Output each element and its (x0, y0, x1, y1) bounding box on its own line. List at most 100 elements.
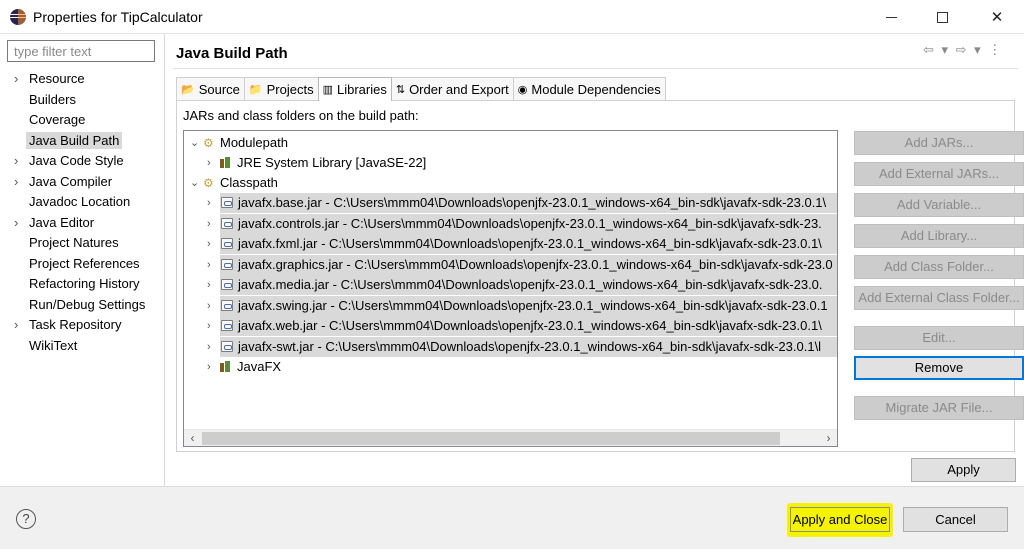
tree-node-jar[interactable]: › javafx.web.jar - C:\Users\mmm04\Downloa… (207, 316, 837, 336)
sidebar-item-label: Project Natures (29, 235, 119, 250)
main-panel: Java Build Path ⇦ ▾ ⇨ ▾ ⋮ 📂 Source 📁 Projec… (165, 34, 1024, 486)
sidebar-item-project-references[interactable]: Project References (0, 254, 165, 275)
apply-and-close-button[interactable]: Apply and Close (790, 507, 890, 532)
add-jars-button[interactable]: Add JARs... (854, 131, 1024, 155)
order-export-icon: ⇅ (395, 83, 406, 96)
sidebar-item-project-natures[interactable]: Project Natures (0, 233, 165, 254)
sidebar-item-label: Javadoc Location (29, 194, 131, 209)
libraries-tab-panel: JARs and class folders on the build path… (176, 100, 1024, 452)
tree-label: JavaFX (237, 359, 282, 374)
expand-chevron-icon[interactable]: › (14, 69, 24, 89)
sidebar-item-java-compiler[interactable]: › Java Compiler (0, 172, 165, 193)
tab-label: Projects (266, 81, 314, 97)
remove-button[interactable]: Remove (854, 356, 1024, 380)
tree-label: JRE System Library [JavaSE-22] (237, 155, 427, 170)
collapse-toggle[interactable]: › (207, 296, 211, 316)
library-icon (220, 157, 232, 168)
collapse-toggle[interactable]: › (207, 214, 211, 234)
classpath-icon: ⚙ (203, 176, 214, 190)
tree-label: javafx.media.jar - C:\Users\mmm04\Downlo… (238, 277, 823, 292)
minimize-button[interactable] (868, 0, 914, 34)
sidebar-item-java-editor[interactable]: › Java Editor (0, 213, 165, 234)
help-icon[interactable]: ? (16, 509, 36, 529)
expand-toggle[interactable]: ⌄ (190, 173, 199, 193)
sidebar-item-label: Project References (29, 255, 140, 271)
sidebar-item-resource[interactable]: › Resource (0, 69, 165, 90)
tree-node-jar[interactable]: › javafx.controls.jar - C:\Users\mmm04\Do… (207, 213, 837, 234)
tree-node-jar[interactable]: › javafx.fxml.jar - C:\Users\mmm04\Downlo… (207, 234, 837, 254)
add-class-folder-button[interactable]: Add Class Folder... (854, 255, 1024, 279)
collapse-toggle[interactable]: › (207, 153, 211, 173)
sidebar-item-label: Java Build Path (26, 131, 123, 149)
tab-label: Order and Export (409, 81, 509, 97)
tree-node-modulepath[interactable]: ⌄ ⚙ Modulepath (184, 133, 837, 153)
migrate-jar-button[interactable]: Migrate JAR File... (854, 396, 1024, 420)
add-variable-button[interactable]: Add Variable... (854, 193, 1024, 217)
build-path-tree[interactable]: ⌄ ⚙ Modulepath › JRE System Library [Jav… (183, 130, 838, 447)
close-button[interactable]: ✕ (974, 0, 1020, 34)
jar-icon (221, 197, 233, 208)
horizontal-scrollbar[interactable]: ‹ › (184, 429, 837, 446)
tree-node-jar[interactable]: › javafx.base.jar - C:\Users\mmm04\Downlo… (207, 193, 837, 213)
eclipse-icon (10, 9, 26, 25)
add-external-class-folder-button[interactable]: Add External Class Folder... (854, 286, 1024, 310)
sidebar-item-builders[interactable]: Builders (0, 90, 165, 111)
maximize-button[interactable] (919, 0, 965, 34)
sidebar-item-run-debug-settings[interactable]: Run/Debug Settings (0, 295, 165, 316)
tab-libraries[interactable]: ▥ Libraries (317, 77, 392, 101)
tab-source[interactable]: 📂 Source (176, 77, 245, 100)
sidebar-item-javadoc-location[interactable]: Javadoc Location (0, 192, 165, 213)
collapse-toggle[interactable]: › (207, 316, 211, 336)
preferences-sidebar: › Resource Builders Coverage Java Build Path… (0, 34, 165, 486)
jar-icon (221, 238, 233, 249)
tree-label: Classpath (220, 175, 278, 190)
sidebar-item-label: Java Compiler (29, 173, 113, 189)
add-library-button[interactable]: Add Library... (854, 224, 1024, 248)
tree-node-jre[interactable]: › JRE System Library [JavaSE-22] (184, 153, 837, 173)
sidebar-item-task-repository[interactable]: › Task Repository (0, 315, 165, 336)
scroll-right-icon[interactable]: › (820, 430, 837, 446)
collapse-toggle[interactable]: › (207, 193, 211, 213)
collapse-toggle[interactable]: › (207, 234, 211, 254)
sidebar-item-wikitext[interactable]: WikiText (0, 336, 165, 357)
expand-toggle[interactable]: ⌄ (190, 133, 199, 153)
tree-node-jar[interactable]: › javafx.swing.jar - C:\Users\mmm04\Downl… (207, 295, 837, 316)
sidebar-item-label: Java Code Style (29, 153, 124, 168)
collapse-toggle[interactable]: › (207, 275, 211, 295)
expand-chevron-icon[interactable]: › (14, 151, 24, 171)
add-external-jars-button[interactable]: Add External JARs... (854, 162, 1024, 186)
collapse-toggle[interactable]: › (207, 337, 211, 357)
sidebar-item-java-build-path[interactable]: Java Build Path (0, 131, 165, 152)
expand-chevron-icon[interactable]: › (14, 315, 24, 335)
sidebar-item-java-code-style[interactable]: › Java Code Style (0, 151, 165, 172)
jar-icon (221, 258, 233, 270)
filter-input[interactable] (7, 40, 155, 62)
tree-node-classpath[interactable]: ⌄ ⚙ Classpath (184, 173, 837, 193)
tree-node-jar[interactable]: › javafx-swt.jar - C:\Users\mmm04\Downloa… (207, 336, 837, 357)
scroll-left-icon[interactable]: ‹ (184, 430, 201, 446)
tree-label: javafx.base.jar - C:\Users\mmm04\Downloa… (238, 195, 827, 210)
cancel-button[interactable]: Cancel (903, 507, 1008, 532)
tab-projects[interactable]: 📁 Projects (243, 77, 319, 100)
tree-node-jar[interactable]: › javafx.media.jar - C:\Users\mmm04\Downl… (207, 275, 837, 295)
apply-button[interactable]: Apply (911, 458, 1016, 482)
collapse-toggle[interactable]: › (207, 357, 211, 377)
history-navigation[interactable]: ⇦ ▾ ⇨ ▾ ⋮ (923, 42, 1003, 58)
library-icon (220, 361, 232, 372)
tab-order-and-export[interactable]: ⇅ Order and Export (390, 77, 514, 100)
tab-bar: 📂 Source 📁 Projects ▥ Libraries ⇅ Order and Exp… (176, 77, 666, 101)
expand-chevron-icon[interactable]: › (14, 213, 24, 233)
edit-button[interactable]: Edit... (854, 326, 1024, 350)
window-title: Properties for TipCalculator (33, 9, 203, 25)
sidebar-item-refactoring-history[interactable]: Refactoring History (0, 274, 165, 295)
expand-chevron-icon[interactable]: › (14, 172, 24, 192)
tab-label: Libraries (336, 82, 387, 97)
collapse-toggle[interactable]: › (207, 255, 211, 275)
scrollbar-thumb[interactable] (202, 432, 780, 445)
tab-module-dependencies[interactable]: ◉ Module Dependencies (512, 77, 666, 100)
tree-node-jar[interactable]: › javafx.graphics.jar - C:\Users\mmm04\Do… (207, 254, 837, 275)
sidebar-item-coverage[interactable]: Coverage (0, 110, 165, 131)
jar-icon (221, 217, 233, 229)
tree-node-javafx[interactable]: › JavaFX (184, 357, 837, 377)
tree-label: javafx.web.jar - C:\Users\mmm04\Download… (238, 318, 822, 333)
